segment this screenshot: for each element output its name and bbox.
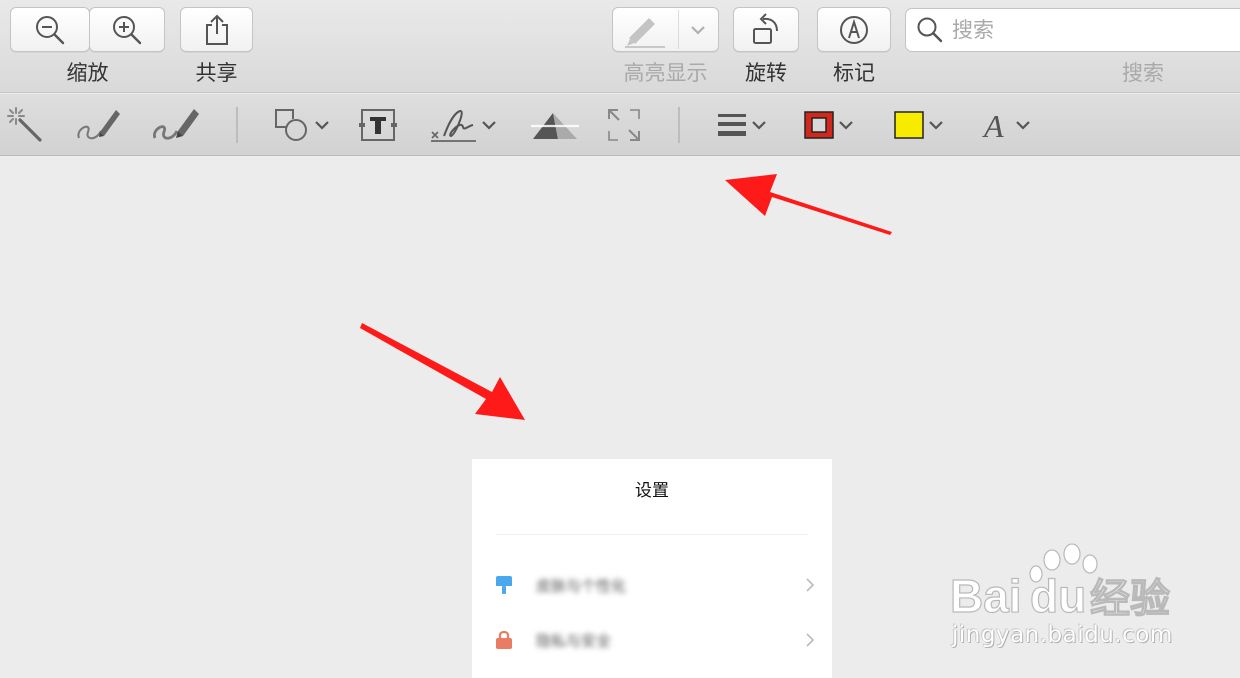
baidu-watermark-logo: Bai du 经验 xyxy=(949,543,1171,620)
svg-text:经验: 经验 xyxy=(1090,576,1170,620)
arrow-to-document xyxy=(360,323,525,420)
svg-text:Bai: Bai xyxy=(950,570,1022,620)
arrow-to-toolbar xyxy=(725,174,892,235)
watermark-url: jingyan.baidu.com xyxy=(952,622,1173,648)
